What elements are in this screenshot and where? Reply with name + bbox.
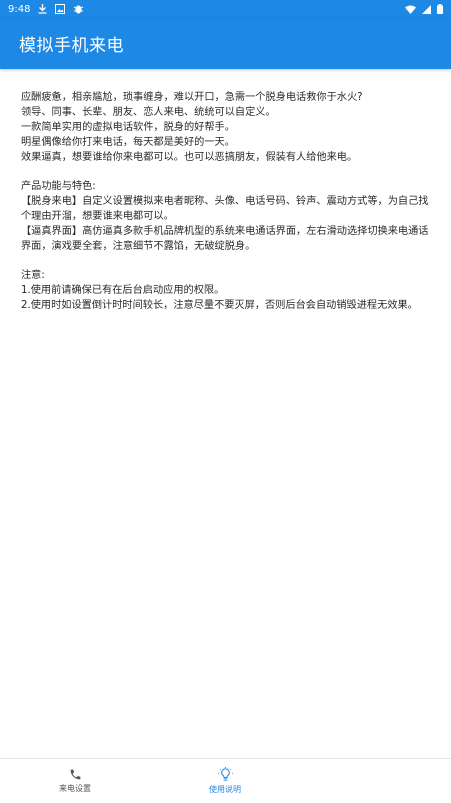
intro-line: 效果逼真，想要谁给你来电都可以。也可以恶搞朋友，假装有人给他来电。 bbox=[21, 152, 358, 163]
nav-label: 使用说明 bbox=[209, 785, 241, 794]
lightbulb-icon bbox=[217, 767, 233, 782]
note-item: 1.使用前请确保已有在后台启动应用的权限。 bbox=[21, 285, 225, 296]
status-time: 9:48 bbox=[8, 3, 31, 15]
signal-icon bbox=[422, 4, 431, 14]
notes-heading: 注意: bbox=[21, 270, 45, 281]
bug-icon bbox=[73, 4, 84, 14]
status-bar: 9:48 bbox=[0, 0, 451, 18]
status-right bbox=[405, 4, 443, 14]
nav-label: 来电设置 bbox=[59, 784, 91, 793]
image-notification-icon bbox=[55, 4, 66, 14]
page-title: 模拟手机来电 bbox=[19, 36, 124, 56]
app-bar: 模拟手机来电 bbox=[0, 18, 451, 69]
nav-item-call-settings[interactable]: 来电设置 bbox=[0, 759, 150, 803]
note-item: 2.使用时如设置倒计时时间较长，注意尽量不要灭屏，否则后台会自动销毁进程无效果。 bbox=[21, 300, 418, 311]
feature-item: 【脱身来电】自定义设置模拟来电者昵称、头像、电话号码、铃声、震动方式等，为自己找… bbox=[21, 196, 429, 222]
intro-line: 应酬疲惫，相亲尴尬，琐事缠身，难以开口，急需一个脱身电话救你于水火? bbox=[21, 92, 363, 103]
phone-icon bbox=[69, 768, 82, 781]
intro-line: 领导、同事、长辈、朋友、恋人来电、统统可以自定义。 bbox=[21, 107, 276, 118]
instructions-content: 应酬疲惫，相亲尴尬，琐事缠身，难以开口，急需一个脱身电话救你于水火? 领导、同事… bbox=[21, 90, 433, 313]
download-icon bbox=[38, 4, 47, 14]
status-left: 9:48 bbox=[8, 4, 84, 15]
bottom-nav: 来电设置 使用说明 bbox=[0, 758, 451, 803]
nav-item-instructions[interactable]: 使用说明 bbox=[150, 759, 300, 803]
battery-icon bbox=[437, 4, 443, 14]
feature-item: 【逼真界面】高仿逼真多款手机品牌机型的系统来电通话界面，左右滑动选择切换来电通话… bbox=[21, 226, 429, 252]
intro-line: 明星偶像给你打来电话，每天都是美好的一天。 bbox=[21, 137, 235, 148]
intro-line: 一款简单实用的虚拟电话软件，脱身的好帮手。 bbox=[21, 122, 235, 133]
features-heading: 产品功能与特色: bbox=[21, 181, 96, 192]
wifi-icon bbox=[405, 5, 416, 14]
